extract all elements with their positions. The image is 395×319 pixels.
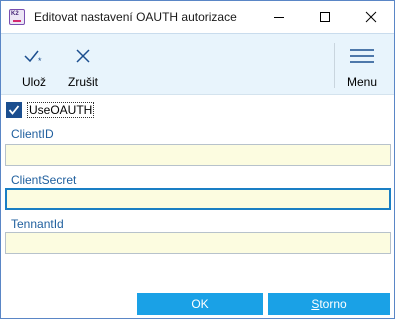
close-icon [365,11,377,23]
storno-rest: torno [319,297,347,311]
checkmark-star-icon: * [24,50,42,65]
toolbar: * Ulož Zrušit Menu [1,33,394,95]
use-oauth-label: UseOAUTH [27,102,95,118]
app-icon: K2 [9,9,25,25]
use-oauth-checkbox[interactable] [6,102,22,118]
tennant-id-input[interactable] [5,232,391,254]
save-label: Ulož [21,75,46,89]
client-secret-input[interactable] [5,188,391,210]
close-button[interactable] [348,1,394,33]
maximize-icon [320,12,330,22]
cancel-toolbar-button[interactable]: Zrušit [63,42,103,92]
tennant-id-label: TennantId [11,217,64,231]
client-secret-label: ClientSecret [11,173,77,187]
x-cancel-icon [76,49,90,63]
maximize-button[interactable] [302,1,348,33]
title-bar[interactable]: K2 Editovat nastavení OAUTH autorizace [1,1,394,33]
ok-button[interactable]: OK [137,293,263,315]
window-title: Editovat nastavení OAUTH autorizace [34,10,237,24]
minimize-icon [274,17,284,18]
minimize-button[interactable] [256,1,302,33]
storno-button[interactable]: Storno [268,293,390,315]
checkmark-icon [8,105,20,115]
client-id-input[interactable] [5,144,391,166]
cancel-toolbar-label: Zrušit [68,75,98,89]
client-id-label: ClientID [11,127,54,141]
hamburger-menu-icon [350,49,374,63]
save-button[interactable]: * Ulož [18,42,50,92]
storno-mnemonic: S [311,297,320,311]
use-oauth-checkbox-row[interactable]: UseOAUTH [6,102,95,118]
menu-button[interactable]: Menu [339,42,385,92]
dialog-footer: OK Storno [1,290,394,318]
svg-text:*: * [38,56,42,65]
toolbar-separator [334,43,335,88]
dialog-window: K2 Editovat nastavení OAUTH autorizace *… [0,0,395,319]
form-area: UseOAUTH ClientID ClientSecret TennantId [1,96,394,290]
menu-label: Menu [346,75,378,89]
